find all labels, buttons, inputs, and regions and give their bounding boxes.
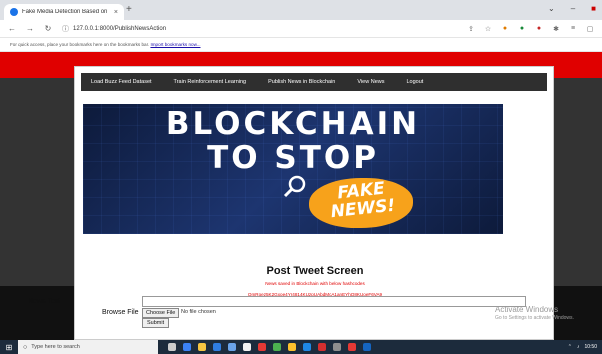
news-text-label: News Text — [28, 298, 61, 305]
taskbar-search[interactable]: ○ Type here to search — [18, 340, 158, 354]
taskbar-search-placeholder: Type here to search — [31, 344, 80, 350]
search-icon: ○ — [23, 343, 28, 351]
browse-file-label: Browse File — [102, 309, 139, 316]
chrome-icon[interactable] — [348, 343, 356, 351]
app-icon[interactable] — [303, 343, 311, 351]
clock[interactable]: 10:50 — [584, 344, 597, 350]
extension-fox-icon[interactable]: ● — [501, 25, 509, 32]
share-icon[interactable]: ⇪ — [467, 25, 475, 33]
watermark-title: Activate Windows — [495, 305, 559, 314]
browser-tab[interactable]: Fake Media Detection Based on × — [4, 4, 124, 20]
address-bar[interactable]: ⓘ 127.0.0.1:8000/PublishNewsAction — [62, 24, 457, 34]
form-layer: News Text Browse File Choose File No fil… — [0, 52, 602, 340]
import-bookmarks-link[interactable]: Import bookmarks now... — [150, 42, 200, 47]
app-icon[interactable] — [333, 343, 341, 351]
submit-button[interactable]: Submit — [142, 318, 170, 328]
tab-close-icon[interactable]: × — [114, 9, 118, 16]
back-icon[interactable]: ← — [8, 24, 16, 33]
system-tray: ⌃ ♪ 10:50 — [568, 344, 602, 350]
minimize-icon[interactable]: – — [571, 4, 575, 13]
forward-icon[interactable]: → — [26, 24, 34, 33]
tab-title: Fake Media Detection Based on — [22, 9, 108, 15]
watermark-subtitle: Go to Settings to activate Windows. — [495, 315, 574, 321]
file-explorer-icon[interactable] — [198, 343, 206, 351]
mail-icon[interactable] — [228, 343, 236, 351]
reload-icon[interactable]: ↻ — [44, 24, 52, 33]
start-icon[interactable]: ⊞ — [0, 343, 18, 352]
app-icon[interactable] — [243, 343, 251, 351]
browser-tab-strip: Fake Media Detection Based on × + ⌄ – ■ — [0, 0, 602, 20]
browser-toolbar: ← → ↻ ⓘ 127.0.0.1:8000/PublishNewsAction… — [0, 20, 602, 38]
activate-windows-watermark: Activate Windows Go to Settings to activ… — [495, 305, 574, 321]
new-tab-button[interactable]: + — [126, 4, 132, 16]
task-view-icon[interactable] — [168, 343, 176, 351]
window-controls: ⌄ – ■ — [548, 4, 596, 13]
tab-search-icon[interactable]: ⌄ — [548, 4, 555, 13]
toolbar-icons: ⇪ ☆ ● ● ● ✱ ≡ ▢ — [467, 25, 594, 33]
bookmarks-hint: For quick access, place your bookmarks h… — [10, 42, 150, 47]
extension-shield-icon[interactable]: ● — [518, 25, 526, 32]
page-viewport: Load Buzz Feed Dataset Train Reinforceme… — [0, 52, 602, 340]
taskbar-apps — [168, 343, 371, 351]
reading-list-icon[interactable]: ≡ — [569, 25, 577, 32]
app-icon[interactable] — [363, 343, 371, 351]
edge-icon[interactable] — [183, 343, 191, 351]
bookmark-star-icon[interactable]: ☆ — [484, 25, 492, 33]
side-panel-icon[interactable]: ▢ — [586, 25, 594, 33]
puzzle-icon[interactable]: ✱ — [552, 25, 560, 33]
store-icon[interactable] — [213, 343, 221, 351]
extension-icon[interactable]: ● — [535, 25, 543, 32]
windows-taskbar: ⊞ ○ Type here to search ⌃ ♪ 10:50 — [0, 340, 602, 354]
bookmarks-bar: For quick access, place your bookmarks h… — [0, 38, 602, 52]
site-info-icon[interactable]: ⓘ — [62, 24, 69, 34]
choose-file-button[interactable]: Choose File — [142, 308, 180, 318]
favicon-icon — [10, 8, 18, 16]
address-url: 127.0.0.1:8000/PublishNewsAction — [73, 25, 167, 32]
app-icon[interactable] — [288, 343, 296, 351]
app-icon[interactable] — [258, 343, 266, 351]
network-icon[interactable]: ⌃ — [568, 344, 572, 350]
close-window-icon[interactable]: ■ — [591, 4, 596, 13]
pdf-icon[interactable] — [318, 343, 326, 351]
app-icon[interactable] — [273, 343, 281, 351]
volume-icon[interactable]: ♪ — [577, 344, 580, 350]
file-status-text: No file chosen — [181, 309, 216, 315]
news-text-input[interactable] — [142, 296, 526, 307]
